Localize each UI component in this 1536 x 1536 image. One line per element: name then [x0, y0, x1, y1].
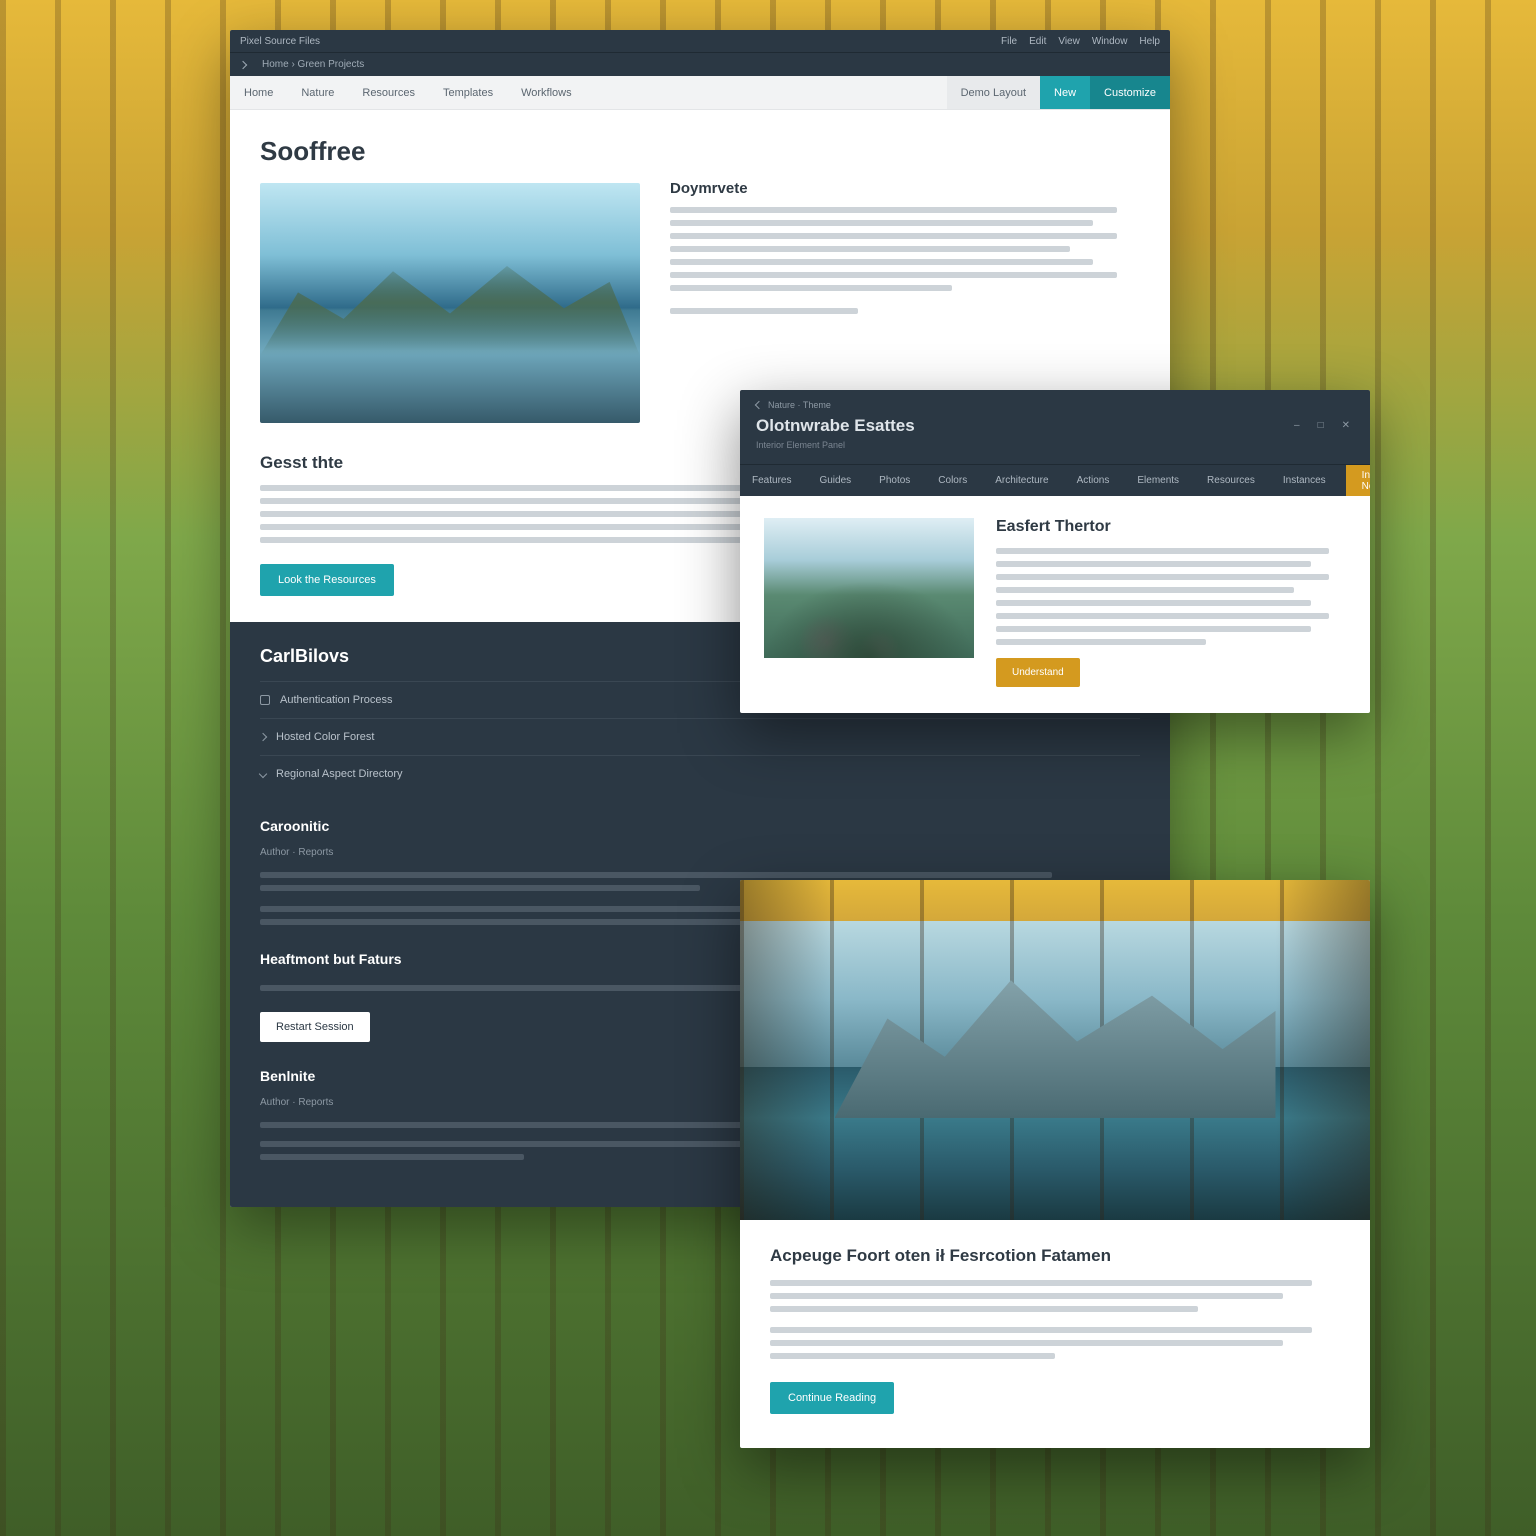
- chevron-right-icon: [259, 733, 267, 741]
- body-text: [670, 207, 1117, 213]
- nav-item[interactable]: Photos: [867, 465, 922, 496]
- window-header: Nature · Theme Olotnwrabe Esattes Interi…: [740, 390, 1370, 464]
- subsection-title: Caroonitic: [260, 818, 1140, 834]
- card-image-autumn-lake: [740, 880, 1370, 1220]
- hero-image-mountain-lake: [260, 183, 640, 423]
- body-text: [260, 872, 1052, 878]
- body-text: [996, 626, 1311, 632]
- menu-item[interactable]: Window: [1092, 36, 1128, 47]
- window-detail-panel: Nature · Theme Olotnwrabe Esattes Interi…: [740, 390, 1370, 713]
- chevron-down-icon: [259, 770, 267, 778]
- body-text: [996, 574, 1329, 580]
- crumb-text: Nature · Theme: [768, 400, 831, 410]
- card-title: Acpeuge Foort oten ił Fesrcotion Fatamen: [770, 1246, 1340, 1266]
- tab-resources[interactable]: Resources: [348, 76, 429, 109]
- breadcrumb-bar: Home › Green Projects: [230, 52, 1170, 76]
- nav-item[interactable]: Colors: [926, 465, 979, 496]
- panel-body: Easfert Thertor Understand: [740, 496, 1370, 713]
- list-item[interactable]: Hosted Color Forest: [260, 718, 1140, 755]
- menu-item[interactable]: View: [1058, 36, 1080, 47]
- body-text: [670, 272, 1117, 278]
- nav-item[interactable]: Architecture: [983, 465, 1060, 496]
- list-item-label: Hosted Color Forest: [276, 731, 374, 743]
- pill-demo[interactable]: Demo Layout: [947, 76, 1040, 109]
- hero-subtitle: Doymrvete: [670, 180, 1140, 197]
- minimize-icon[interactable]: –: [1290, 418, 1304, 433]
- app-title: Pixel Source Files: [240, 36, 320, 47]
- titlebar: Pixel Source Files File Edit View Window…: [230, 30, 1170, 52]
- body-text: [670, 308, 858, 314]
- panel-title: Olotnwrabe Esattes: [756, 416, 915, 436]
- tab-templates[interactable]: Templates: [429, 76, 507, 109]
- body-text: [996, 600, 1311, 606]
- menu-item[interactable]: File: [1001, 36, 1017, 47]
- checkbox-icon: [260, 695, 270, 705]
- nav-item[interactable]: Resources: [1195, 465, 1267, 496]
- body-text: [260, 885, 700, 891]
- window-controls: – □ ✕: [1290, 418, 1354, 433]
- subsection-meta: Author · Reports: [260, 844, 1140, 862]
- body-text: [770, 1306, 1198, 1312]
- pill-new[interactable]: New: [1040, 76, 1090, 109]
- menu-item[interactable]: Help: [1139, 36, 1160, 47]
- understand-button[interactable]: Understand: [996, 658, 1080, 687]
- body-text: [770, 1353, 1055, 1359]
- chevron-left-icon: [755, 401, 763, 409]
- pill-customize[interactable]: Customize: [1090, 76, 1170, 109]
- chevron-left-icon[interactable]: [239, 60, 247, 68]
- article-title: Easfert Thertor: [996, 518, 1346, 536]
- card-body: Acpeuge Foort oten ił Fesrcotion Fatamen…: [740, 1220, 1370, 1448]
- breadcrumb[interactable]: Home › Green Projects: [262, 59, 364, 70]
- install-button[interactable]: Install Now: [1346, 465, 1370, 496]
- tab-nature[interactable]: Nature: [287, 76, 348, 109]
- nav-item[interactable]: Features: [740, 465, 803, 496]
- dark-section-title: CarlBilovs: [260, 646, 349, 667]
- body-text: [670, 220, 1093, 226]
- list-item[interactable]: Regional Aspect Directory: [260, 755, 1140, 792]
- maximize-icon[interactable]: □: [1314, 418, 1328, 433]
- body-text: [670, 233, 1117, 239]
- tab-home[interactable]: Home: [230, 76, 287, 109]
- nav-item[interactable]: Elements: [1125, 465, 1191, 496]
- list-item-label: Regional Aspect Directory: [276, 768, 403, 780]
- nav-item[interactable]: Guides: [807, 465, 863, 496]
- body-text: [770, 1327, 1312, 1333]
- list-item-label: Authentication Process: [280, 694, 393, 706]
- cta-button[interactable]: Look the Resources: [260, 564, 394, 596]
- panel-subtitle: Interior Element Panel: [756, 440, 915, 450]
- body-text: [670, 246, 1070, 252]
- breadcrumb[interactable]: Nature · Theme: [756, 400, 915, 410]
- body-text: [770, 1340, 1283, 1346]
- body-text: [260, 1154, 524, 1160]
- tab-bar: Home Nature Resources Templates Workflow…: [230, 76, 1170, 110]
- nav-item[interactable]: Instances: [1271, 465, 1338, 496]
- body-text: [996, 613, 1329, 619]
- body-text: [996, 587, 1294, 593]
- nav-item[interactable]: Actions: [1065, 465, 1122, 496]
- tab-workflows[interactable]: Workflows: [507, 76, 586, 109]
- page-title: Sooffree: [260, 136, 640, 167]
- body-text: [996, 561, 1311, 567]
- continue-button[interactable]: Continue Reading: [770, 1382, 894, 1414]
- body-text: [670, 259, 1093, 265]
- body-text: [996, 548, 1329, 554]
- restart-button[interactable]: Restart Session: [260, 1012, 370, 1042]
- body-text: [670, 285, 952, 291]
- body-text: [996, 639, 1206, 645]
- body-text: [770, 1280, 1312, 1286]
- menu-item[interactable]: Edit: [1029, 36, 1046, 47]
- thumbnail-forest-stream: [764, 518, 974, 658]
- panel-nav: Features Guides Photos Colors Architectu…: [740, 464, 1370, 496]
- card-article: Acpeuge Foort oten ił Fesrcotion Fatamen…: [740, 880, 1370, 1448]
- body-text: [770, 1293, 1283, 1299]
- close-icon[interactable]: ✕: [1338, 418, 1354, 433]
